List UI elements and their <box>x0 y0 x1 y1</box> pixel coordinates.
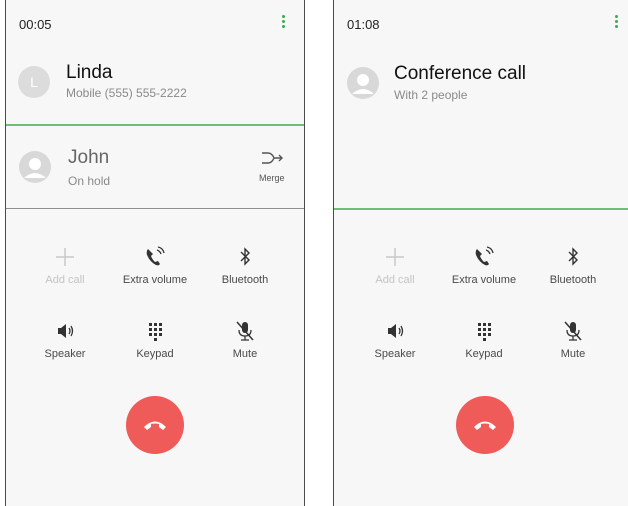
mute-icon <box>564 321 582 341</box>
extra-volume-icon <box>146 246 165 266</box>
call-actions: Add call Extra volume Bluetooth Speaker <box>334 210 628 506</box>
extra-volume-icon <box>475 246 494 266</box>
end-call-button[interactable] <box>456 396 514 454</box>
extra-volume-button[interactable]: Extra volume <box>439 246 529 286</box>
contact-avatar: L <box>18 66 50 98</box>
speaker-button[interactable]: Speaker <box>350 320 440 360</box>
call-timer: 01:08 <box>347 17 380 32</box>
merge-button[interactable]: Merge <box>259 150 285 183</box>
more-options-icon[interactable] <box>282 15 286 31</box>
mute-icon <box>236 321 254 341</box>
add-call-icon <box>386 248 404 266</box>
call-screen-right: 01:08 Conference call With 2 people Add … <box>333 0 628 506</box>
call-screen-left: 00:05 L Linda Mobile (555) 555-2222 John… <box>5 0 305 506</box>
bluetooth-icon <box>568 247 578 266</box>
add-call-button[interactable]: Add call <box>20 246 110 286</box>
contact-number: Mobile (555) 555-2222 <box>66 86 187 100</box>
more-options-icon[interactable] <box>615 15 619 31</box>
mute-button[interactable]: Mute <box>528 320 618 360</box>
keypad-label: Keypad <box>465 348 503 360</box>
keypad-label: Keypad <box>136 348 174 360</box>
bluetooth-label: Bluetooth <box>221 274 269 286</box>
extra-volume-button[interactable]: Extra volume <box>110 246 200 286</box>
held-contact-name: John <box>68 147 110 168</box>
call-timer: 00:05 <box>19 17 52 32</box>
bluetooth-button[interactable]: Bluetooth <box>200 246 290 286</box>
mute-label: Mute <box>560 348 586 360</box>
call-header: 01:08 Conference call With 2 people <box>334 0 628 210</box>
speaker-label: Speaker <box>374 348 416 360</box>
add-call-label: Add call <box>375 274 415 286</box>
extra-volume-label: Extra volume <box>451 274 517 286</box>
speaker-button[interactable]: Speaker <box>20 320 110 360</box>
end-call-icon <box>474 421 496 430</box>
speaker-icon <box>58 324 74 338</box>
held-status: On hold <box>68 174 111 188</box>
keypad-button[interactable]: Keypad <box>439 320 529 360</box>
conference-name: Conference call <box>394 63 527 84</box>
merge-label: Merge <box>259 173 285 183</box>
active-call-divider <box>6 124 304 126</box>
call-header: 00:05 L Linda Mobile (555) 555-2222 John… <box>6 0 304 210</box>
keypad-button[interactable]: Keypad <box>110 320 200 360</box>
avatar-icon <box>347 67 379 99</box>
avatar-icon <box>19 151 51 183</box>
contact-name: Linda <box>66 62 113 83</box>
keypad-icon <box>149 323 162 341</box>
call-actions: Add call Extra volume Bluetooth Speaker <box>6 210 304 506</box>
bluetooth-button[interactable]: Bluetooth <box>528 246 618 286</box>
add-call-button[interactable]: Add call <box>350 246 440 286</box>
speaker-icon <box>388 324 404 338</box>
merge-icon <box>261 152 283 164</box>
extra-volume-label: Extra volume <box>122 274 188 286</box>
speaker-label: Speaker <box>44 348 86 360</box>
held-call-divider <box>6 208 304 209</box>
add-call-label: Add call <box>45 274 85 286</box>
mute-label: Mute <box>232 348 258 360</box>
conference-detail: With 2 people <box>394 88 468 102</box>
bluetooth-label: Bluetooth <box>549 274 597 286</box>
keypad-icon <box>478 323 491 341</box>
bluetooth-icon <box>240 247 250 266</box>
end-call-button[interactable] <box>126 396 184 454</box>
mute-button[interactable]: Mute <box>200 320 290 360</box>
add-call-icon <box>56 248 74 266</box>
end-call-icon <box>144 421 166 430</box>
